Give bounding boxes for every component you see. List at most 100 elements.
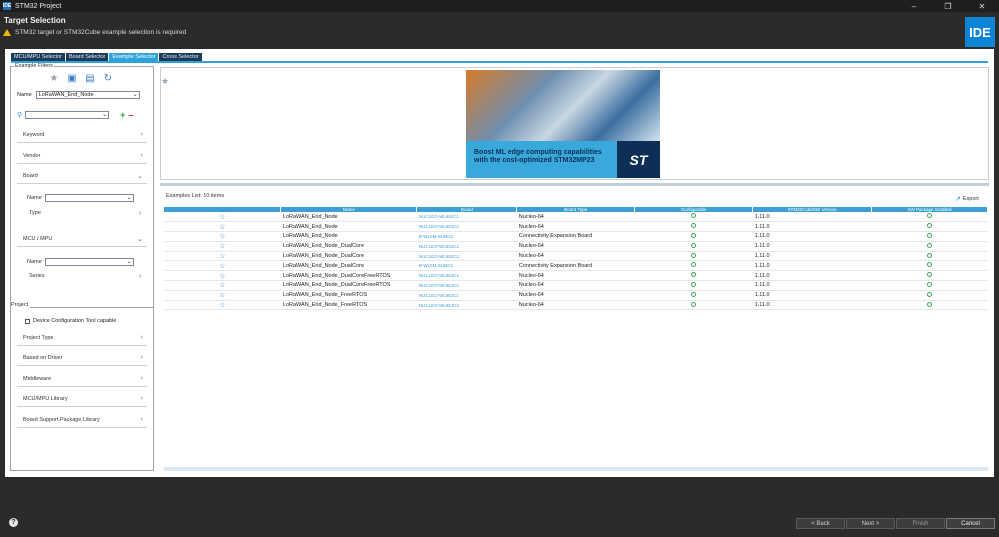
- board-name-label: Name: [27, 195, 42, 201]
- row-configurable: [634, 221, 753, 233]
- row-configurable: [634, 260, 753, 272]
- row-favorite[interactable]: ☆: [164, 251, 281, 262]
- search-select[interactable]: ⌄: [25, 111, 110, 119]
- name-label: Name: [17, 92, 32, 98]
- star-outline-icon[interactable]: ☆: [219, 282, 225, 289]
- row-ide-version: 1.11.0: [752, 221, 872, 233]
- board-type-row[interactable]: Type ›: [29, 210, 147, 217]
- save-icon[interactable]: ▣: [67, 73, 77, 84]
- tab-cross-selector[interactable]: Cross Selector: [159, 53, 202, 61]
- table-row[interactable]: ☆ LoRaWAN_End_Node_DualCoreFreeRTOS NUCLEO…: [164, 270, 988, 282]
- row-favorite[interactable]: ☆: [164, 221, 281, 233]
- tab-mcu-mpu-selector[interactable]: MCU/MPU Selector: [11, 53, 65, 61]
- row-board-link[interactable]: NUCLEO-WL55JC1: [416, 212, 517, 223]
- row-favorite[interactable]: ☆: [164, 260, 281, 272]
- row-board-link[interactable]: NUCLEO-WL55JC1: [416, 241, 517, 252]
- promo-banner[interactable]: Boost ML edge computing capabilities wit…: [466, 70, 660, 178]
- device-config-checkbox-row[interactable]: Device Configuration Tool capable: [25, 318, 116, 324]
- row-favorite[interactable]: ☆: [164, 212, 281, 223]
- row-favorite[interactable]: ☆: [164, 300, 281, 311]
- dialog-header: Target Selection STM32 target or STM32Cu…: [0, 12, 999, 48]
- row-board-link[interactable]: NUCLEO-WL55JC2: [416, 280, 517, 291]
- filter-middleware[interactable]: Middleware ›: [17, 372, 147, 387]
- row-board-link[interactable]: B-WL5M-SUBG1: [416, 260, 517, 272]
- row-sw-installed: [871, 290, 988, 301]
- filter-mcu-mpu-library-label: MCU/MPU Library: [23, 396, 68, 402]
- star-outline-icon[interactable]: ☆: [219, 243, 225, 250]
- filter-project-type[interactable]: Project Type ›: [17, 331, 147, 346]
- row-configurable: [634, 251, 753, 262]
- mcu-name-select[interactable]: ⌄: [44, 258, 134, 266]
- next-button[interactable]: Next >: [846, 518, 895, 529]
- row-sw-installed: [871, 280, 988, 291]
- row-favorite[interactable]: ☆: [164, 241, 281, 252]
- star-outline-icon[interactable]: ☆: [219, 224, 225, 231]
- table-row[interactable]: ☆ LoRaWAN_End_Node NUCLEO-WL55JC1 Nucleo-64…: [164, 212, 988, 223]
- star-outline-icon[interactable]: ☆: [219, 233, 225, 240]
- star-outline-icon[interactable]: ☆: [219, 263, 225, 270]
- table-row[interactable]: ☆ LoRaWAN_End_Node_DualCore NUCLEO-WL55JC2…: [164, 251, 988, 262]
- finish-button[interactable]: Finish: [896, 518, 945, 529]
- star-outline-icon[interactable]: ☆: [219, 253, 225, 260]
- add-filter-icon[interactable]: +: [120, 110, 125, 120]
- filter-board[interactable]: Board ⌄: [17, 169, 147, 184]
- filter-keyword-label: Keyword: [23, 132, 45, 138]
- filter-bsp-library[interactable]: Board Support Package Library ›: [17, 413, 147, 428]
- back-button[interactable]: < Back: [796, 518, 845, 529]
- filter-based-on-driver[interactable]: Based on Driver ›: [17, 351, 147, 366]
- table-row[interactable]: ☆ LoRaWAN_End_Node_DualCore NUCLEO-WL55JC1…: [164, 241, 988, 252]
- row-board-link[interactable]: B-WL5M-SUBG1: [416, 231, 517, 242]
- row-board-link[interactable]: NUCLEO-WL55JC1: [416, 290, 517, 301]
- row-favorite[interactable]: ☆: [164, 290, 281, 301]
- favorite-star-icon[interactable]: ★: [161, 76, 169, 87]
- horizontal-scrollbar[interactable]: [164, 467, 988, 471]
- row-board-link[interactable]: NUCLEO-WL55JC2: [416, 221, 517, 233]
- table-row[interactable]: ☆ LoRaWAN_End_Node NUCLEO-WL55JC2 Nucleo-64…: [164, 221, 988, 233]
- row-favorite[interactable]: ☆: [164, 231, 281, 242]
- examples-count: Examples List: 10 items: [166, 193, 225, 199]
- star-outline-icon[interactable]: ☆: [219, 302, 225, 309]
- star-outline-icon[interactable]: ☆: [219, 292, 225, 299]
- filter-vendor[interactable]: Vendor ›: [17, 149, 147, 164]
- check-circle-icon: [691, 213, 697, 219]
- maximize-icon[interactable]: ❐: [931, 0, 965, 12]
- table-row[interactable]: ☆ LoRaWAN_End_Node B-WL5M-SUBG1 Connectivit…: [164, 231, 988, 242]
- export-button[interactable]: ↗ Export: [955, 195, 979, 203]
- row-board-link[interactable]: NUCLEO-WL55JC2: [416, 300, 517, 311]
- minimize-icon[interactable]: –: [897, 0, 931, 12]
- check-circle-icon: [927, 213, 933, 219]
- row-board-link[interactable]: NUCLEO-WL55JC2: [416, 251, 517, 262]
- close-icon[interactable]: ✕: [965, 0, 999, 12]
- row-configurable: [634, 270, 753, 282]
- device-config-checkbox[interactable]: [25, 318, 30, 324]
- filter-mcu-mpu-library[interactable]: MCU/MPU Library ›: [17, 392, 147, 407]
- mcu-series-label: Series: [29, 273, 45, 279]
- example-filters-title: Example Filters: [14, 63, 54, 69]
- row-sw-installed: [871, 270, 988, 282]
- open-folder-icon[interactable]: ▤: [85, 73, 95, 84]
- table-row[interactable]: ☆ LoRaWAN_End_Node_FreeRTOS NUCLEO-WL55JC1…: [164, 290, 988, 301]
- help-icon[interactable]: ?: [9, 518, 18, 527]
- filter-keyword[interactable]: Keyword ›: [17, 128, 147, 143]
- table-row[interactable]: ☆ LoRaWAN_End_Node_DualCoreFreeRTOS NUCLEO…: [164, 280, 988, 291]
- remove-filter-icon[interactable]: –: [128, 110, 133, 120]
- board-name-select[interactable]: ⌄: [44, 194, 134, 202]
- table-row[interactable]: ☆ LoRaWAN_End_Node_DualCore B-WL5M-SUBG1 Co…: [164, 260, 988, 272]
- tab-board-selector[interactable]: Board Selector: [65, 53, 109, 61]
- cancel-button[interactable]: Cancel: [946, 518, 995, 529]
- star-outline-icon[interactable]: ☆: [219, 273, 225, 280]
- mcu-series-row[interactable]: Series ›: [29, 273, 147, 280]
- reset-icon[interactable]: ↻: [103, 73, 113, 84]
- row-board-link[interactable]: NUCLEO-WL55JC1: [416, 270, 517, 282]
- filter-middleware-label: Middleware: [23, 376, 52, 382]
- row-favorite[interactable]: ☆: [164, 270, 281, 282]
- name-select[interactable]: LoRaWAN_End_Node ⌄: [35, 91, 140, 99]
- tab-example-selector[interactable]: Example Selector: [109, 53, 159, 61]
- row-ide-version: 1.11.0: [752, 260, 872, 272]
- filter-mcu-mpu[interactable]: MCU / MPU ⌄: [17, 232, 147, 247]
- table-row[interactable]: ☆ LoRaWAN_End_Node_FreeRTOS NUCLEO-WL55JC2…: [164, 300, 988, 311]
- row-favorite[interactable]: ☆: [164, 280, 281, 291]
- star-icon[interactable]: ★: [49, 73, 59, 84]
- pane-splitter[interactable]: [160, 183, 989, 186]
- star-outline-icon[interactable]: ☆: [219, 214, 225, 221]
